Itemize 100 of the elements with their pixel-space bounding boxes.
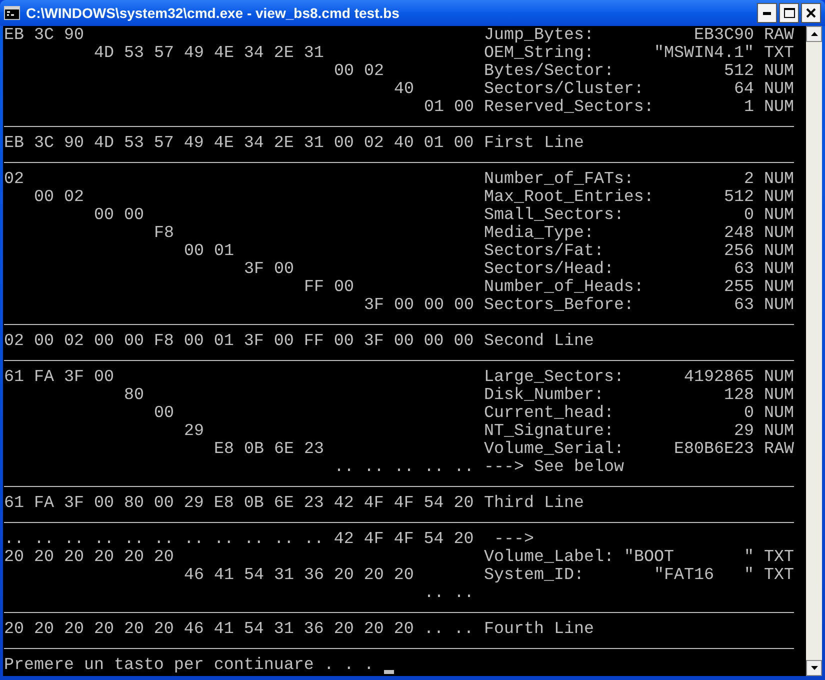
field-value: 2 (744, 171, 754, 189)
hex-bytes: 80 (124, 386, 144, 405)
value-type: NUM (764, 189, 794, 207)
value-type: NUM (764, 297, 794, 315)
field-value: 248 (724, 225, 754, 243)
field-label: System_ID: (484, 567, 584, 585)
value-type: TXT (764, 45, 794, 63)
hex-bytes: 20 20 20 20 20 20 46 41 54 31 36 20 20 20 .. .. (4, 620, 474, 639)
field-label: Sectors/Cluster: (484, 81, 644, 99)
field-value: "MSWIN4.1" (654, 45, 754, 63)
text-cursor (384, 670, 394, 674)
value-type: RAW (764, 441, 794, 459)
scroll-down-button[interactable] (806, 660, 822, 676)
hex-bytes: 3F 00 (244, 260, 294, 279)
hex-bytes: .. .. .. .. .. .. .. .. .. .. .. 42 4F 4F 54 20 (4, 530, 474, 549)
field-label: Current_head: (484, 405, 614, 423)
hex-bytes: EB 3C 90 (4, 26, 84, 45)
field-label: Number_of_FATs: (484, 171, 634, 189)
hex-bytes: 40 (394, 80, 414, 99)
field-value: 29 (734, 423, 754, 441)
field-value: 256 (724, 243, 754, 261)
maximize-icon (784, 8, 794, 18)
value-type: NUM (764, 63, 794, 81)
maximize-button[interactable] (779, 3, 799, 23)
field-value: E80B6E23 (674, 441, 754, 459)
hex-bytes: E8 0B 6E 23 (214, 440, 324, 459)
hex-bytes: .. .. (424, 584, 474, 603)
field-label: Volume_Serial: (484, 441, 624, 459)
value-type: NUM (764, 225, 794, 243)
value-type: RAW (764, 27, 794, 45)
field-value: 64 (734, 81, 754, 99)
console-icon (4, 6, 20, 20)
hex-bytes: 3F 00 00 00 (364, 296, 474, 315)
field-label: Small_Sectors: (484, 207, 624, 225)
hex-bytes: EB 3C 90 4D 53 57 49 4E 34 2E 31 00 02 40 01 00 (4, 134, 474, 153)
field-value: 512 (724, 63, 754, 81)
field-value: 255 (724, 279, 754, 297)
field-value: "FAT16 " (654, 567, 754, 585)
field-label: NT_Signature: (484, 423, 614, 441)
hex-bytes: 00 02 (34, 188, 84, 207)
hex-bytes: 01 00 (424, 98, 474, 117)
value-type: NUM (764, 99, 794, 117)
field-label: ---> See below (484, 459, 624, 477)
field-label: OEM_String: (484, 45, 594, 63)
field-label: First Line (484, 135, 584, 153)
field-value: "BOOT " (624, 549, 754, 567)
hex-bytes: 61 FA 3F 00 80 00 29 E8 0B 6E 23 42 4F 4F 54 20 (4, 494, 474, 513)
field-label: Second Line (484, 333, 594, 351)
field-value: 63 (734, 297, 754, 315)
hex-bytes: 4D 53 57 49 4E 34 2E 31 (94, 44, 324, 63)
field-label: Sectors/Fat: (484, 243, 604, 261)
value-type: NUM (764, 207, 794, 225)
hex-bytes: .. .. .. .. .. (334, 458, 474, 477)
field-label: Volume_Label: (484, 549, 614, 567)
arrow-text: ---> (494, 531, 534, 549)
minimize-button[interactable] (757, 3, 777, 23)
field-value: 128 (724, 387, 754, 405)
field-value: 63 (734, 261, 754, 279)
field-label: Media_Type: (484, 225, 594, 243)
down-arrow-icon (810, 666, 818, 670)
field-label: Max_Root_Entries: (484, 189, 654, 207)
field-label: Third Line (484, 495, 584, 513)
field-value: 1 (744, 99, 754, 117)
field-label: Number_of_Heads: (484, 279, 644, 297)
field-label: Sectors_Before: (484, 297, 634, 315)
field-label: Fourth Line (484, 621, 594, 639)
value-type: NUM (764, 423, 794, 441)
value-type: NUM (764, 171, 794, 189)
hex-bytes: FF 00 (304, 278, 354, 297)
close-button[interactable] (801, 3, 821, 23)
hex-bytes: 02 00 02 00 00 F8 00 01 3F 00 FF 00 3F 00 00 00 (4, 332, 474, 351)
field-label: Sectors/Head: (484, 261, 614, 279)
prompt-text: Premere un tasto per continuare . . . (4, 657, 374, 675)
field-value: 4192865 (684, 369, 754, 387)
field-label: Jump_Bytes: (484, 27, 594, 45)
hex-bytes: 20 20 20 20 20 20 (4, 548, 174, 567)
scrollbar[interactable] (806, 26, 822, 676)
value-type: NUM (764, 405, 794, 423)
close-icon (806, 8, 816, 18)
scroll-up-button[interactable] (806, 26, 822, 42)
field-value: 0 (744, 207, 754, 225)
value-type: NUM (764, 81, 794, 99)
value-type: NUM (764, 243, 794, 261)
hex-bytes: 00 02 (334, 62, 384, 81)
field-label: Reserved_Sectors: (484, 99, 654, 117)
value-type: NUM (764, 261, 794, 279)
hex-bytes: 29 (184, 422, 204, 441)
value-type: TXT (764, 549, 794, 567)
hex-bytes: 00 (154, 404, 174, 423)
window-title: C:\WINDOWS\system32\cmd.exe - view_bs8.cmd test.bs (26, 4, 400, 23)
field-value: 0 (744, 405, 754, 423)
hex-bytes: 02 (4, 170, 24, 189)
hex-bytes: 61 FA 3F 00 (4, 368, 114, 387)
field-label: Large_Sectors: (484, 369, 624, 387)
hex-bytes: 00 00 (94, 206, 144, 225)
field-label: Disk_Number: (484, 387, 604, 405)
value-type: NUM (764, 279, 794, 297)
field-label: Bytes/Sector: (484, 63, 614, 81)
field-value: 512 (724, 189, 754, 207)
up-arrow-icon (810, 32, 818, 36)
